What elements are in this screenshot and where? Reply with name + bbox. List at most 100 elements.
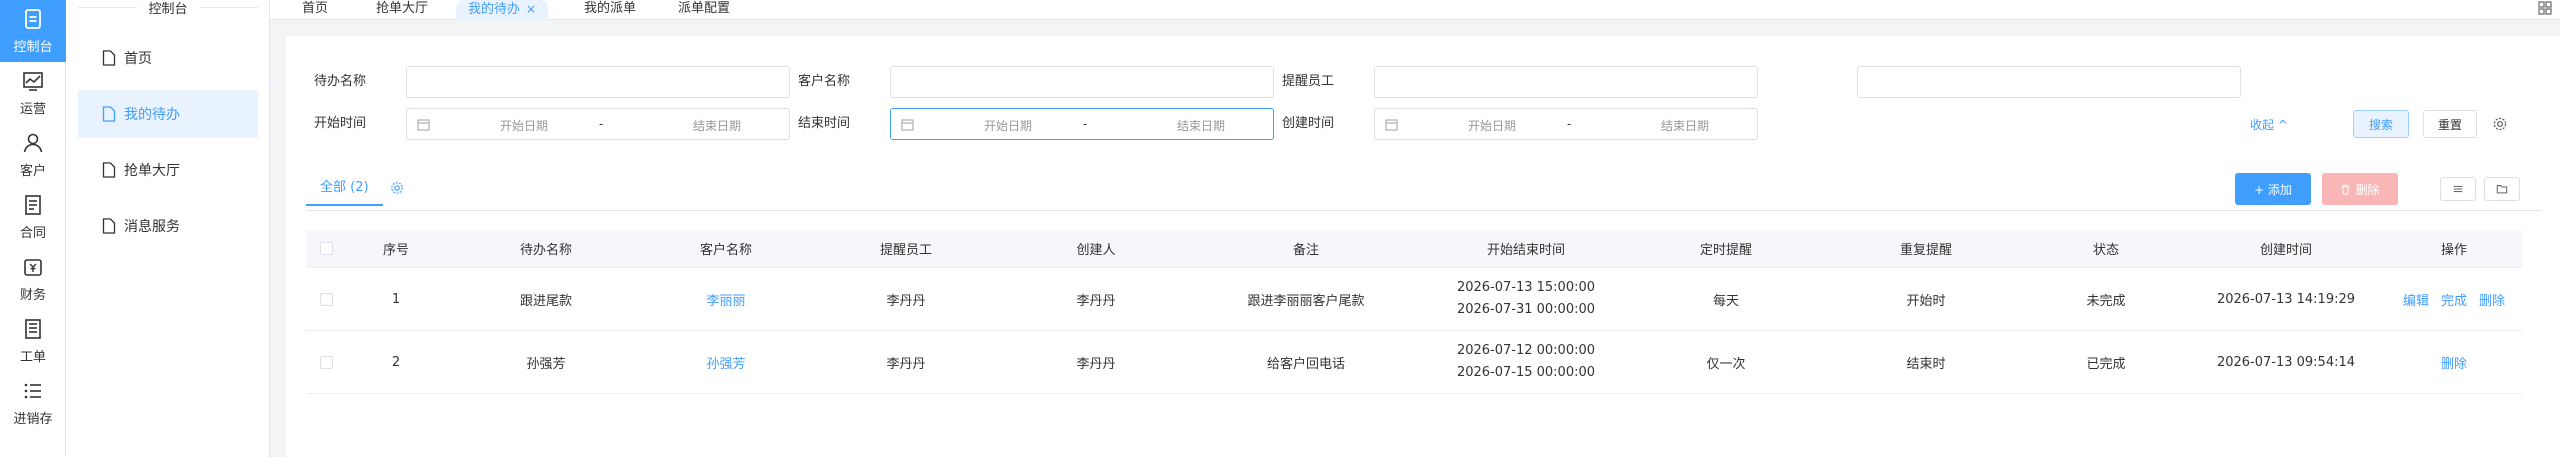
submenu-item-message[interactable]: 消息服务: [78, 202, 258, 250]
range-separator: -: [1083, 117, 1088, 131]
cell-customer-link[interactable]: 李丽丽: [646, 268, 806, 330]
cell-repeat-reminder: 结束时: [1906, 356, 1946, 372]
customer-name-input[interactable]: [890, 66, 1274, 98]
todo-table: 序号 待办名称 客户名称 提醒员工 创建人 备注 开始结束时间 定时提醒 重复提…: [306, 230, 2522, 394]
nav-contract[interactable]: 合同: [0, 186, 66, 248]
nav-dashboard[interactable]: 控制台: [0, 0, 66, 62]
cell-customer-link[interactable]: 孙强芳: [646, 331, 806, 393]
tab-dispatch-config[interactable]: 派单配置: [666, 0, 742, 20]
nav-operation-label: 运营: [19, 102, 46, 117]
table-header: 序号 待办名称 客户名称 提醒员工 创建人 备注 开始结束时间 定时提醒 重复提…: [306, 230, 2522, 268]
folder-button[interactable]: [2484, 177, 2520, 201]
submenu-item-label: 首页: [124, 51, 152, 67]
todo-name-input[interactable]: [406, 66, 790, 98]
document-icon: [102, 50, 116, 66]
nav-ticket[interactable]: 工单: [0, 310, 66, 372]
checkbox[interactable]: [319, 292, 333, 306]
edit-link[interactable]: 编辑: [2403, 290, 2429, 309]
delete-link[interactable]: 删除: [2441, 353, 2467, 372]
end-time-label: 结束时间: [797, 116, 850, 131]
tab-home[interactable]: 首页: [290, 0, 340, 20]
gear-icon[interactable]: [390, 181, 404, 195]
delete-link[interactable]: 删除: [2479, 290, 2505, 309]
finance-icon: [24, 259, 42, 276]
cell-index: 1: [391, 291, 401, 307]
row-select[interactable]: [306, 268, 346, 330]
calendar-icon: [1385, 119, 1398, 131]
nav-finance[interactable]: 财务: [0, 248, 66, 310]
cell-end-time: 2026-07-31 00:00:00: [1456, 302, 1596, 317]
nav-customer-label: 客户: [19, 164, 46, 179]
checkbox[interactable]: [319, 355, 333, 369]
nav-ticket-label: 工单: [19, 350, 46, 365]
start-time-label: 开始时间: [313, 116, 366, 131]
cell-creator: 李丹丹: [1076, 356, 1116, 372]
row-select[interactable]: [306, 331, 346, 393]
column-header: 提醒员工: [879, 243, 932, 258]
create-time-range[interactable]: 开始日期 - 结束日期: [1374, 108, 1758, 140]
cell-reminder: 李丹丹: [886, 293, 926, 309]
gear-icon[interactable]: [2492, 116, 2508, 132]
end-date-placeholder: 结束日期: [692, 119, 741, 133]
cell-reminder: 李丹丹: [886, 356, 926, 372]
calendar-icon: [901, 119, 914, 131]
cell-timed-reminder: 仅一次: [1706, 356, 1746, 372]
submenu-title: 控制台: [66, 0, 270, 17]
cell-status: 未完成: [2086, 293, 2126, 309]
icon-sidebar: 控制台 运营 客户 合同 财务 工单 进销存: [0, 0, 66, 457]
secondary-menu: 控制台 首页 我的待办 抢单大厅 消息服务: [66, 0, 270, 457]
end-time-range[interactable]: 开始日期 - 结束日期: [890, 108, 1274, 140]
column-header: 状态: [2092, 243, 2119, 258]
nav-inventory[interactable]: 进销存: [0, 372, 66, 434]
customer-name-label: 客户名称: [797, 74, 850, 89]
end-date-placeholder: 结束日期: [1176, 119, 1225, 133]
reminder-label: 提醒员工: [1281, 74, 1334, 89]
cell-created-time: 2026-07-13 09:54:14: [2216, 354, 2356, 370]
divider: [306, 210, 2542, 211]
complete-link[interactable]: 完成: [2441, 290, 2467, 309]
tab-bar: 首页 抢单大厅 我的待办 × 我的派单 派单配置: [270, 0, 2560, 20]
cell-start-time: 2026-07-13 15:00:00: [1456, 280, 1596, 295]
grid-icon[interactable]: [2538, 1, 2552, 15]
submenu-item-home[interactable]: 首页: [78, 34, 258, 82]
tab-my-dispatch[interactable]: 我的派单: [572, 0, 648, 20]
start-date-placeholder: 开始日期: [983, 119, 1032, 133]
column-header: 待办名称: [519, 243, 572, 258]
cell-start-time: 2026-07-12 00:00:00: [1456, 343, 1596, 358]
add-button[interactable]: + 添加: [2235, 173, 2311, 205]
range-separator: -: [599, 117, 604, 131]
tab-grab-hall[interactable]: 抢单大厅: [364, 0, 440, 20]
nav-finance-label: 财务: [19, 288, 46, 303]
cell-end-time: 2026-07-15 00:00:00: [1456, 365, 1596, 380]
column-header: 创建人: [1076, 243, 1116, 258]
header-select-all[interactable]: [306, 230, 346, 267]
cell-todo-name: 孙强芳: [526, 356, 566, 372]
nav-operation[interactable]: 运营: [0, 62, 66, 124]
cell-timed-reminder: 每天: [1712, 293, 1739, 309]
cell-operations: 删除: [2386, 331, 2522, 393]
search-button[interactable]: 搜索: [2353, 110, 2409, 138]
submenu-item-grab-hall[interactable]: 抢单大厅: [78, 146, 258, 194]
collapse-toggle[interactable]: 收起 ^: [2250, 116, 2288, 133]
filter-settings-button[interactable]: [2440, 177, 2476, 201]
ticket-icon: [25, 319, 41, 339]
nav-customer[interactable]: 客户: [0, 124, 66, 186]
close-icon[interactable]: ×: [526, 2, 536, 16]
tab-all[interactable]: 全部 (2): [306, 170, 383, 206]
start-time-range[interactable]: 开始日期 - 结束日期: [406, 108, 790, 140]
document-icon: [102, 106, 116, 122]
cell-remark: 跟进李丽丽客户尾款: [1247, 293, 1365, 309]
submenu-item-my-todo[interactable]: 我的待办: [78, 90, 258, 138]
remark-input[interactable]: [1857, 66, 2241, 98]
column-header: 操作: [2440, 243, 2467, 258]
cell-repeat-reminder: 开始时: [1906, 293, 1946, 309]
cell-operations: 编辑 完成 删除: [2386, 268, 2522, 330]
delete-button[interactable]: 删除: [2322, 173, 2398, 205]
reset-button[interactable]: 重置: [2423, 110, 2477, 138]
checkbox[interactable]: [319, 242, 333, 255]
tab-my-todo[interactable]: 我的待办 ×: [456, 0, 549, 20]
cell-index: 2: [391, 354, 401, 370]
delete-button-label: 删除: [2355, 182, 2380, 197]
reminder-input[interactable]: [1374, 66, 1758, 98]
column-header: 备注: [1292, 243, 1319, 258]
